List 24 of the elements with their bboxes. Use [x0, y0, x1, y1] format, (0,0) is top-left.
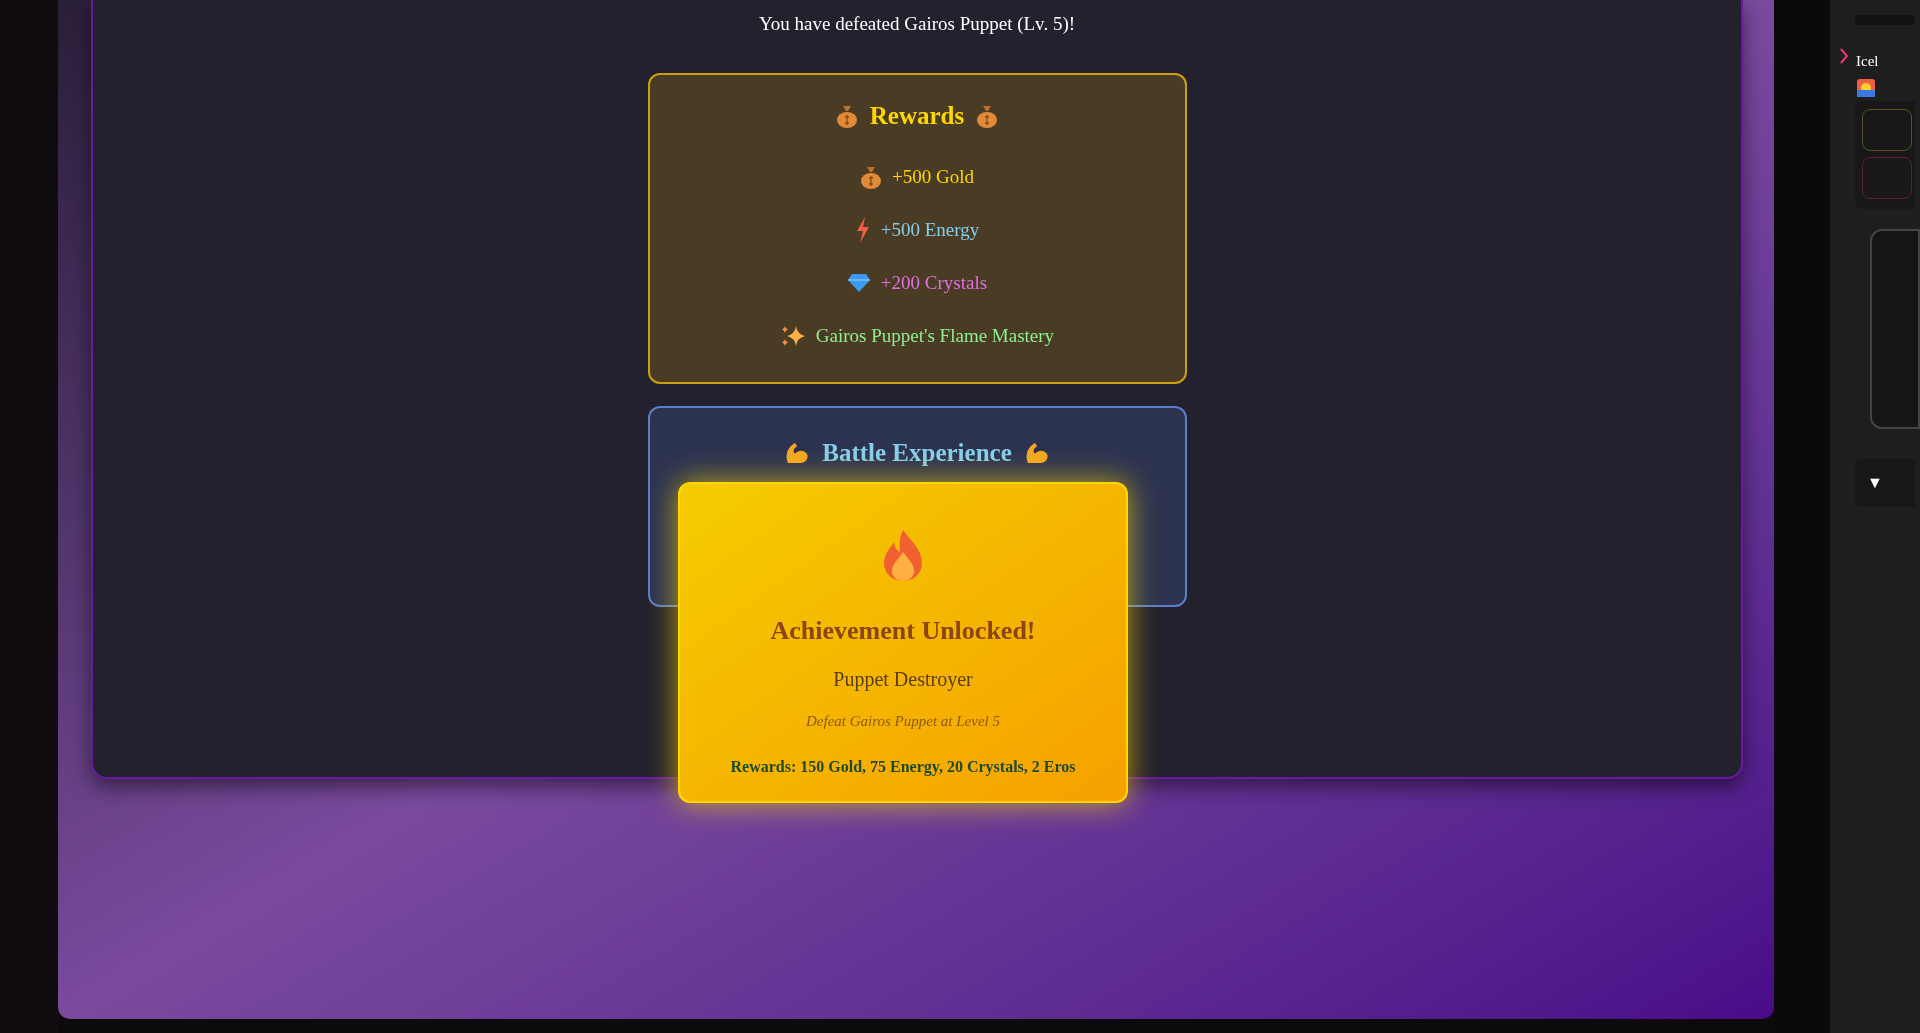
sparkles-icon: [779, 324, 806, 348]
reward-text: +500 Gold: [892, 164, 974, 189]
battle-experience-heading: Battle Experience: [822, 438, 1012, 468]
money-bag-icon: [860, 165, 882, 189]
money-bag-icon: [835, 103, 858, 128]
reward-text: Gairos Puppet's Flame Mastery: [815, 323, 1055, 348]
defeat-message: You have defeated Gairos Puppet (Lv. 5)!: [758, 12, 1076, 36]
sunset-icon: [1857, 78, 1875, 97]
gem-icon: [846, 273, 871, 293]
achievement-heading: Achievement Unlocked!: [770, 615, 1036, 647]
achievement-name: Puppet Destroyer: [833, 667, 973, 693]
dropdown-toggle[interactable]: ▼: [1867, 470, 1883, 495]
tile[interactable]: [1862, 108, 1912, 151]
reward-text: +200 Crystals: [880, 270, 988, 295]
chevron-right-icon[interactable]: [1840, 48, 1848, 65]
reward-text: +500 Energy: [880, 217, 980, 242]
fire-icon: [882, 528, 924, 582]
tile[interactable]: [1862, 156, 1912, 199]
achievement-description: Defeat Gairos Puppet at Level 5: [806, 712, 1000, 731]
lightning-icon: [854, 217, 871, 243]
panel-title: Icel: [1856, 52, 1879, 71]
rewards-heading: Rewards: [869, 101, 965, 131]
money-bag-icon: [976, 103, 999, 128]
achievement-rewards: Rewards: 150 Gold, 75 Energy, 20 Crystals, 2 Eros: [730, 756, 1076, 778]
